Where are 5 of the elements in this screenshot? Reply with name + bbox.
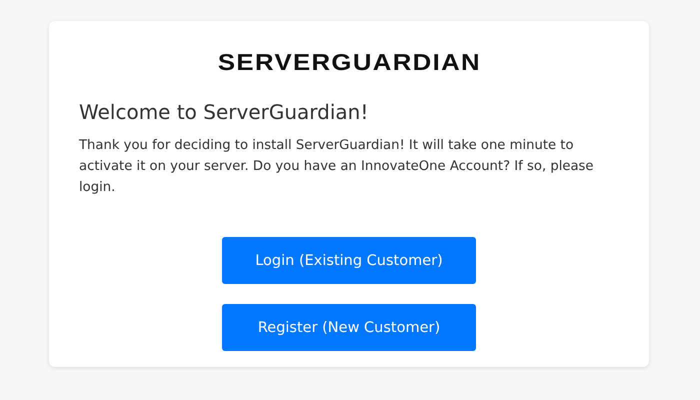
logo: SERVERGUARDIAN bbox=[217, 49, 481, 75]
welcome-message: Thank you for deciding to install ServerGuardian! It will take one minute to activate it on your server. Do you have an InnovateOne Account? If so, please login. bbox=[79, 137, 595, 197]
login-button[interactable]: Login (Existing Customer) bbox=[222, 237, 476, 284]
welcome-heading: Welcome to ServerGuardian! bbox=[79, 99, 370, 125]
register-button[interactable]: Register (New Customer) bbox=[222, 304, 476, 351]
